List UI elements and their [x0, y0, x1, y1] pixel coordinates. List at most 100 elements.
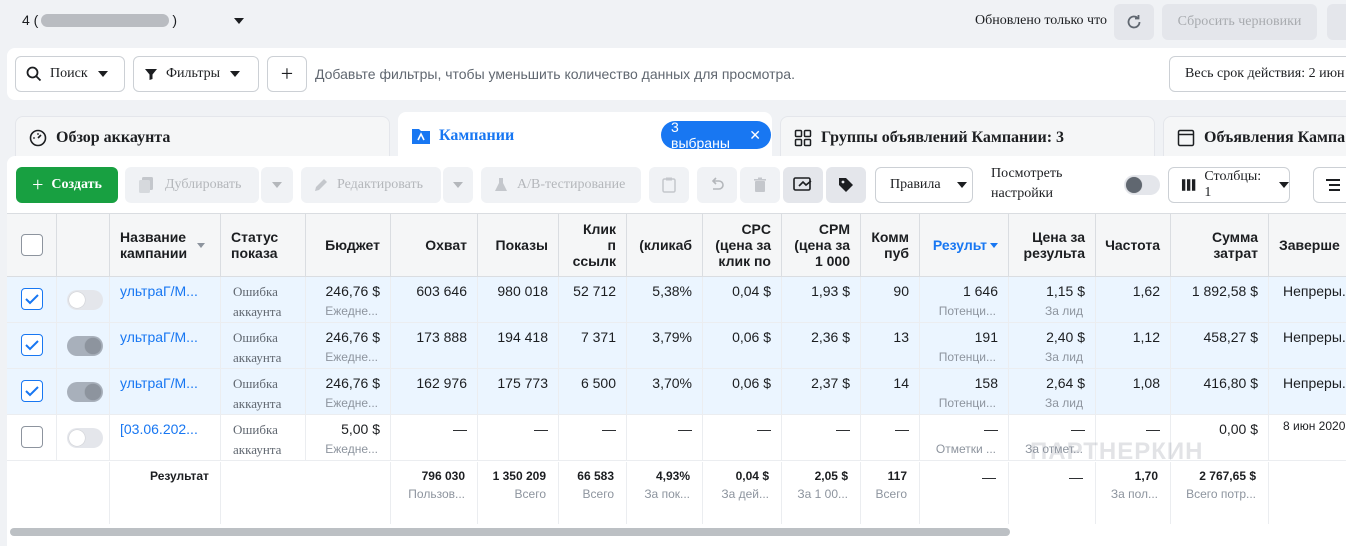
search-button[interactable]: Поиск: [15, 56, 125, 92]
col-impressions[interactable]: Показы: [478, 214, 559, 276]
col-status[interactable]: Статус показа: [221, 214, 306, 276]
col-frequency[interactable]: Частота: [1096, 214, 1171, 276]
budget-cell: 246,76 $ Ежедне...: [306, 369, 391, 415]
campaign-toggle[interactable]: [67, 428, 103, 448]
view-settings-line2: настройки: [991, 186, 1053, 201]
table-row[interactable]: ультраГ/М... Ошибка аккаунта 246,76 $ Ежедне…: [7, 369, 1346, 415]
col-amount-spent[interactable]: Сумма затрат: [1171, 214, 1269, 276]
budget-cell: 5,00 $ Ежедне...: [306, 415, 391, 461]
add-filter-button[interactable]: +: [267, 56, 307, 92]
col-results[interactable]: Результ: [920, 214, 1009, 276]
row-select-cell: [7, 277, 57, 323]
col-name-line2: кампании: [120, 245, 188, 261]
tab-label: Объявления Кампа: [1204, 129, 1346, 146]
search-icon: [26, 66, 42, 82]
selected-count-pill[interactable]: 3 выбраны ✕: [661, 119, 771, 151]
status-cell: Ошибка аккаунта: [221, 323, 306, 369]
cpm-value: 2,36 $: [811, 329, 850, 345]
date-range-picker[interactable]: Весь срок действия: 2 июн: [1169, 56, 1346, 92]
col-cpc[interactable]: CPC (цена за клик по: [703, 214, 782, 276]
col-ends[interactable]: Заверше: [1269, 214, 1346, 276]
table-row[interactable]: ультраГ/М... Ошибка аккаунта 246,76 $ Ежедне…: [7, 277, 1346, 323]
campaign-name-link[interactable]: ультраГ/М...: [120, 329, 198, 345]
spent-cell: 1 892,58 $: [1171, 277, 1269, 323]
results-value: 158: [974, 375, 998, 391]
col-cpm-line2: (цена за: [794, 237, 850, 253]
col-cpm-line3: 1 000: [814, 253, 850, 269]
view-settings-toggle[interactable]: [1124, 175, 1160, 195]
campaign-toggle[interactable]: [67, 290, 103, 310]
tab-label: Группы объявлений Кампании: 3: [821, 129, 1065, 146]
view-settings-link[interactable]: Посмотреть настройки: [991, 164, 1062, 204]
delete-button[interactable]: [740, 167, 780, 203]
campaign-toggle[interactable]: [67, 382, 103, 402]
col-comments[interactable]: Комм пуб: [861, 214, 920, 276]
total-results: —: [920, 462, 1009, 524]
col-name[interactable]: Название кампании: [110, 214, 221, 276]
edit-button[interactable]: Редактировать: [301, 167, 441, 203]
duplicate-dropdown[interactable]: [261, 167, 293, 203]
campaign-name-link[interactable]: ультраГ/М...: [120, 375, 198, 391]
duplicate-button[interactable]: Дублировать: [125, 167, 259, 203]
copy-icon: [139, 177, 153, 193]
cpm-cell: 1,93 $: [782, 277, 861, 323]
col-reach[interactable]: Охват: [391, 214, 478, 276]
select-all-cell: [7, 214, 57, 276]
total-comments-sub: Всего: [875, 487, 907, 501]
breakdown-button[interactable]: [1313, 167, 1346, 203]
export-icon: [793, 177, 812, 191]
tab-account-overview[interactable]: Обзор аккаунта: [15, 116, 390, 160]
col-budget[interactable]: Бюджет: [306, 214, 391, 276]
col-cpm[interactable]: CPM (цена за 1 000: [782, 214, 861, 276]
edit-dropdown[interactable]: [443, 167, 473, 203]
select-all-checkbox[interactable]: [21, 234, 43, 256]
refresh-button[interactable]: [1114, 4, 1154, 40]
spent-value: 0,00 $: [1219, 421, 1258, 437]
results-cell: 191 Потенци...: [920, 323, 1009, 369]
status-line2: аккаунта: [233, 442, 282, 457]
reach-value: —: [453, 421, 467, 437]
ab-test-button[interactable]: A/B-тестирование: [481, 167, 641, 203]
clipboard-button[interactable]: [649, 167, 689, 203]
campaign-name-link[interactable]: ультраГ/М...: [120, 283, 198, 299]
undo-button[interactable]: [697, 167, 737, 203]
row-checkbox[interactable]: [21, 288, 43, 310]
total-link-clicks: 66 583 Всего: [559, 462, 627, 524]
publish-button[interactable]: [1327, 4, 1346, 40]
table-row[interactable]: ультраГ/М... Ошибка аккаунта 246,76 $ Ежедне…: [7, 323, 1346, 369]
rules-button[interactable]: Правила: [875, 167, 973, 203]
comments-value: 14: [893, 375, 909, 391]
export-button[interactable]: [783, 167, 823, 203]
cost-per-result-cell: 2,40 $ За лид: [1009, 323, 1096, 369]
edit-label: Редактировать: [337, 177, 423, 192]
campaign-toggle[interactable]: [67, 336, 103, 356]
comments-cell: 13: [861, 323, 920, 369]
total-results-value: —: [982, 469, 996, 485]
account-selector[interactable]: 4 ( ): [22, 12, 244, 28]
tab-campaigns[interactable]: Кампании 3 выбраны ✕: [398, 112, 772, 160]
results-value: 1 646: [962, 283, 998, 299]
reach-cell: 162 976: [391, 369, 478, 415]
sort-icon: [197, 242, 206, 248]
col-cost-per-result[interactable]: Цена за результа: [1009, 214, 1096, 276]
row-checkbox[interactable]: [21, 380, 43, 402]
reset-drafts-button[interactable]: Сбросить черновики: [1162, 4, 1317, 40]
row-checkbox[interactable]: [21, 334, 43, 356]
create-button[interactable]: + Создать: [16, 167, 118, 203]
close-icon[interactable]: ✕: [749, 127, 761, 144]
filters-button[interactable]: Фильтры: [133, 56, 259, 92]
tab-ads[interactable]: Объявления Кампа: [1163, 116, 1346, 160]
ends-cell: 8 июн 2020: [1269, 415, 1346, 461]
col-ctr[interactable]: (кликаб: [627, 214, 703, 276]
link-clicks-cell: —: [559, 415, 627, 461]
campaign-name-link[interactable]: [03.06.202...: [120, 421, 198, 437]
col-status-line2: показа: [231, 245, 278, 261]
tag-button[interactable]: [826, 167, 866, 203]
tab-ad-sets[interactable]: Группы объявлений Кампании: 3: [780, 116, 1155, 160]
col-name-line1: Название: [120, 229, 187, 245]
chevron-down-icon: [272, 182, 282, 188]
row-checkbox[interactable]: [21, 426, 43, 448]
col-link-clicks[interactable]: Клик п ссылк: [559, 214, 627, 276]
horizontal-scrollbar[interactable]: [10, 528, 1010, 536]
columns-button[interactable]: Столбцы: 1: [1168, 167, 1290, 203]
